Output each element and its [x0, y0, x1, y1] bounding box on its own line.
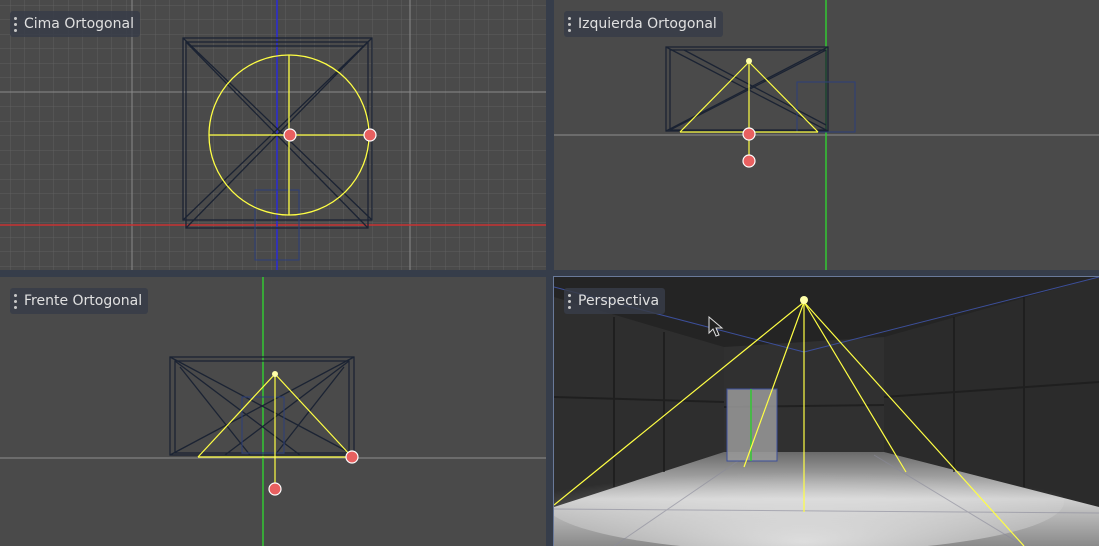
light-range-handle[interactable]: [268, 482, 282, 496]
light-angle-handle[interactable]: [345, 450, 359, 464]
perspective-view-canvas[interactable]: [554, 277, 1099, 546]
light-range-handle[interactable]: [742, 154, 756, 168]
top-view-canvas[interactable]: [0, 0, 546, 270]
vertical-dots-icon: [568, 16, 574, 32]
light-icon: [746, 58, 752, 64]
viewport-title: Cima Ortogonal: [24, 16, 134, 32]
vertical-dots-icon: [568, 293, 574, 309]
viewport-menu-button[interactable]: Perspectiva: [564, 288, 666, 314]
light-radius-handle[interactable]: [363, 128, 377, 142]
viewport-perspective[interactable]: Perspectiva: [553, 276, 1099, 546]
light-angle-handle[interactable]: [742, 127, 756, 141]
light-center-handle[interactable]: [283, 128, 297, 142]
light-icon: [800, 296, 808, 304]
vertical-dots-icon: [14, 16, 20, 32]
viewport-menu-button[interactable]: Izquierda Ortogonal: [564, 11, 723, 37]
viewport-menu-button[interactable]: Cima Ortogonal: [10, 11, 140, 37]
left-view-canvas[interactable]: [554, 0, 1099, 270]
viewport-left-orthogonal[interactable]: Izquierda Ortogonal: [554, 0, 1099, 270]
box-mesh: [727, 389, 777, 461]
front-view-canvas[interactable]: [0, 277, 546, 546]
viewport-top-orthogonal[interactable]: Cima Ortogonal: [0, 0, 546, 270]
vertical-dots-icon: [14, 293, 20, 309]
viewport-title: Perspectiva: [578, 293, 660, 309]
viewport-menu-button[interactable]: Frente Ortogonal: [10, 288, 149, 314]
light-icon: [272, 371, 278, 377]
arrow-cursor-icon: [708, 316, 724, 337]
viewport-title: Frente Ortogonal: [24, 293, 143, 309]
viewport-title: Izquierda Ortogonal: [578, 16, 717, 32]
viewport-front-orthogonal[interactable]: Frente Ortogonal: [0, 277, 546, 546]
